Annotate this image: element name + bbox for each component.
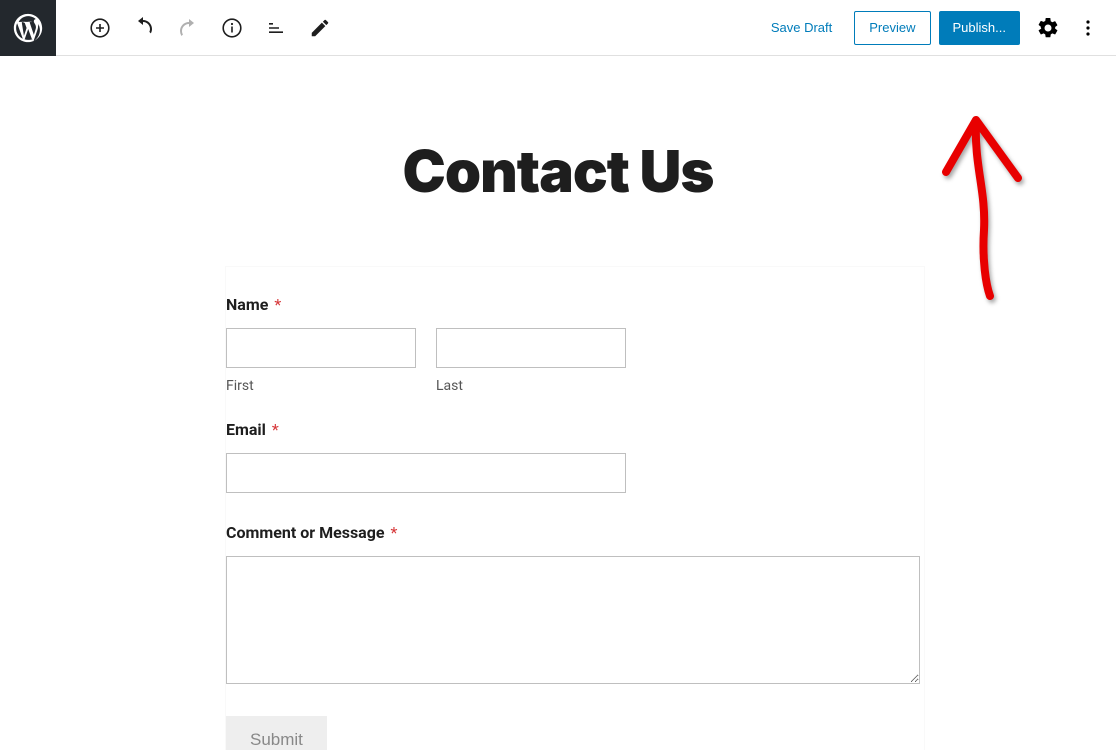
redo-icon [176, 16, 200, 40]
info-icon [220, 16, 244, 40]
undo-button[interactable] [124, 8, 164, 48]
email-field-group: Email * [226, 420, 916, 493]
wordpress-logo[interactable] [0, 0, 56, 56]
name-required-mark: * [274, 295, 281, 314]
message-label: Comment or Message [226, 523, 385, 542]
message-field-group: Comment or Message * [226, 523, 916, 684]
message-textarea[interactable] [226, 556, 920, 684]
last-name-sublabel: Last [436, 378, 626, 394]
save-draft-button[interactable]: Save Draft [757, 10, 846, 46]
submit-button[interactable]: Submit [226, 716, 327, 750]
editor-canvas: Contact Us Name * First Last [0, 56, 1116, 750]
message-required-mark: * [390, 523, 397, 542]
editor-window: Save Draft Preview Publish... Contact Us… [0, 0, 1116, 750]
email-label: Email [226, 420, 266, 439]
kebab-icon [1076, 16, 1100, 40]
add-block-button[interactable] [80, 8, 120, 48]
first-name-sublabel: First [226, 378, 416, 394]
publish-button[interactable]: Publish... [939, 11, 1020, 45]
name-label: Name [226, 295, 268, 314]
first-name-input[interactable] [226, 328, 416, 368]
toolbar-right: Save Draft Preview Publish... [757, 8, 1116, 48]
email-required-mark: * [272, 420, 279, 439]
plus-circle-icon [88, 16, 112, 40]
info-button[interactable] [212, 8, 252, 48]
page-title[interactable]: Contact Us [0, 136, 1116, 206]
top-toolbar: Save Draft Preview Publish... [0, 0, 1116, 56]
preview-button[interactable]: Preview [854, 11, 930, 45]
settings-button[interactable] [1028, 8, 1068, 48]
form-inner: Name * First Last Email [226, 295, 916, 750]
more-options-button[interactable] [1068, 8, 1108, 48]
email-input[interactable] [226, 453, 626, 493]
pencil-icon [309, 17, 331, 39]
last-name-input[interactable] [436, 328, 626, 368]
gear-icon [1036, 16, 1060, 40]
list-icon [264, 16, 288, 40]
undo-icon [132, 16, 156, 40]
contact-form-block[interactable]: Name * First Last Email [225, 266, 925, 750]
redo-button[interactable] [168, 8, 208, 48]
name-field-group: Name * First Last [226, 295, 916, 394]
outline-button[interactable] [256, 8, 296, 48]
wordpress-icon [11, 11, 45, 45]
edit-mode-button[interactable] [300, 8, 340, 48]
toolbar-left [0, 0, 342, 55]
